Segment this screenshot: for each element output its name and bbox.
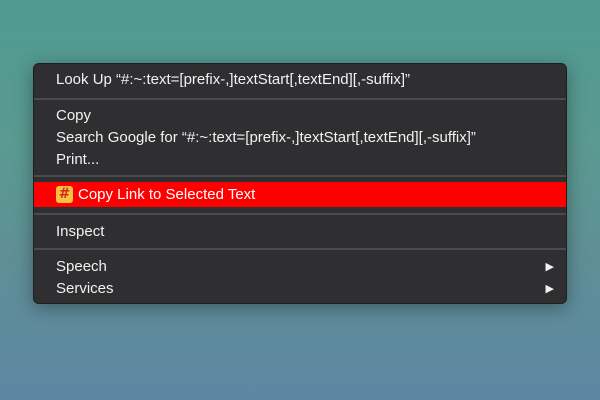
menu-item-label: Speech <box>56 258 107 275</box>
desktop-background: Look Up “#:~:text=[prefix-,]textStart[,t… <box>0 0 600 400</box>
menu-item-look-up[interactable]: Look Up “#:~:text=[prefix-,]textStart[,t… <box>34 69 566 91</box>
context-menu: Look Up “#:~:text=[prefix-,]textStart[,t… <box>33 63 567 304</box>
menu-item-label: Services <box>56 280 114 297</box>
menu-item-label: Copy Link to Selected Text <box>78 186 256 203</box>
menu-separator <box>34 213 566 215</box>
menu-item-copy-link[interactable]: # Copy Link to Selected Text <box>34 182 566 207</box>
menu-item-search-google[interactable]: Search Google for “#:~:text=[prefix-,]te… <box>34 127 566 149</box>
menu-item-print[interactable]: Print... <box>34 149 566 171</box>
menu-item-label: Inspect <box>56 223 105 240</box>
menu-item-label: Copy <box>56 107 92 124</box>
hash-icon: # <box>56 186 73 203</box>
menu-item-services[interactable]: Services ▶ <box>34 278 566 300</box>
menu-separator <box>34 248 566 250</box>
menu-separator <box>34 175 566 177</box>
menu-separator <box>34 98 566 100</box>
menu-item-label: Search Google for “#:~:text=[prefix-,]te… <box>56 129 476 146</box>
menu-item-copy[interactable]: Copy <box>34 105 566 127</box>
menu-item-label: Look Up “#:~:text=[prefix-,]textStart[,t… <box>56 71 411 88</box>
chevron-right-icon: ▶ <box>545 261 554 273</box>
menu-item-label: Print... <box>56 151 100 168</box>
menu-item-speech[interactable]: Speech ▶ <box>34 256 566 278</box>
chevron-right-icon: ▶ <box>545 283 554 295</box>
menu-item-inspect[interactable]: Inspect <box>34 221 566 243</box>
